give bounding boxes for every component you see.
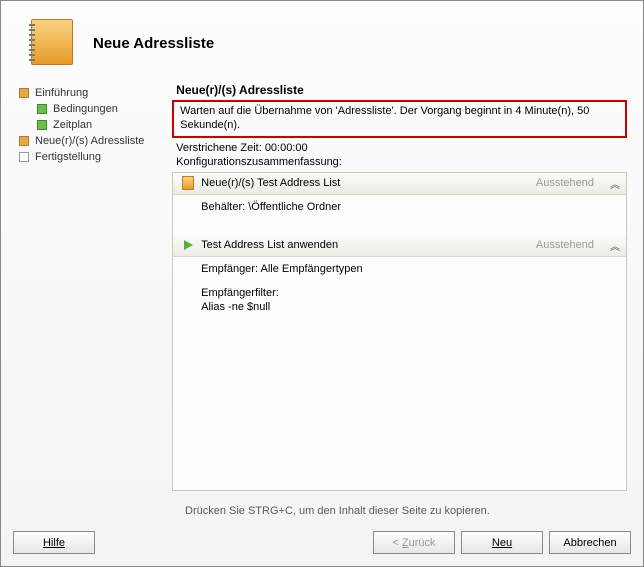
group-status: Ausstehend [536,239,594,251]
elapsed-time-label: Verstrichene Zeit: [176,142,262,154]
group-header-addresslist[interactable]: Neue(r)/(s) Test Address List Ausstehend… [173,173,626,195]
copy-hint: Drücken Sie STRG+C, um den Inhalt dieser… [1,497,643,523]
elapsed-time-line: Verstrichene Zeit: 00:00:00 [172,141,631,155]
help-button[interactable]: Hilfe [13,531,95,554]
group-body-addresslist: Behälter: \Öffentliche Ordner [173,195,626,235]
window-title: Neue Adressliste [93,35,214,52]
filter-label: Empfängerfilter: [201,287,279,299]
recipients-value: Alle Empfängertypen [260,263,362,275]
step-icon [37,104,47,114]
summary-label: Konfigurationszusammenfassung: [172,155,631,169]
next-button[interactable]: Neu [461,531,543,554]
group-status: Ausstehend [536,177,594,189]
container-value: \Öffentliche Ordner [248,201,341,213]
container-detail: Behälter: \Öffentliche Ordner [201,201,618,213]
wizard-window: Neue Adressliste Einführung Bedingungen … [0,0,644,567]
sidebar-item-label: Neue(r)/(s) Adressliste [35,135,144,147]
collapse-icon[interactable]: ︽ [610,176,618,191]
container-label: Behälter: [201,201,245,213]
group-title: Test Address List anwenden [201,239,530,251]
recipients-detail: Empfänger: Alle Empfängertypen [201,263,618,275]
sidebar-item-label: Bedingungen [53,103,118,115]
group-title: Neue(r)/(s) Test Address List [201,177,530,189]
filter-value: Alias -ne $null [201,301,618,313]
filter-label-line: Empfängerfilter: [201,287,618,299]
main-panel: Neue(r)/(s) Adressliste Warten auf die Ü… [172,79,631,491]
addresslist-icon [181,176,195,190]
elapsed-time-value: 00:00:00 [265,142,308,154]
back-button: < Zurück [373,531,455,554]
sidebar-item-zeitplan[interactable]: Zeitplan [13,117,162,133]
collapse-icon[interactable]: ︽ [610,238,618,253]
footer-buttons: Hilfe < Zurück Neu Abbrechen [1,523,643,566]
step-icon [19,88,29,98]
page-title: Neue(r)/(s) Adressliste [172,79,631,99]
step-icon [19,136,29,146]
cancel-button[interactable]: Abbrechen [549,531,631,554]
wait-message-callout: Warten auf die Übernahme von 'Adresslist… [172,100,627,138]
config-summary-panel: Neue(r)/(s) Test Address List Ausstehend… [172,172,627,492]
sidebar-item-bedingungen[interactable]: Bedingungen [13,101,162,117]
group-header-apply[interactable]: Test Address List anwenden Ausstehend ︽ [173,235,626,257]
sidebar-item-label: Einführung [35,87,88,99]
body: Einführung Bedingungen Zeitplan Neue(r)/… [1,79,643,497]
sidebar-item-fertigstellung[interactable]: Fertigstellung [13,149,162,165]
wizard-steps-sidebar: Einführung Bedingungen Zeitplan Neue(r)/… [13,79,162,491]
sidebar-item-einfuehrung[interactable]: Einführung [13,85,162,101]
sidebar-item-adressliste[interactable]: Neue(r)/(s) Adressliste [13,133,162,149]
group-body-apply: Empfänger: Alle Empfängertypen Empfänger… [173,257,626,323]
addressbook-icon [31,19,79,67]
step-icon [37,120,47,130]
recipients-label: Empfänger: [201,263,258,275]
apply-arrow-icon [181,238,195,252]
sidebar-item-label: Zeitplan [53,119,92,131]
sidebar-item-label: Fertigstellung [35,151,101,163]
window-header: Neue Adressliste [1,1,643,79]
step-icon [19,152,29,162]
wait-message-text: Warten auf die Übernahme von 'Adresslist… [180,105,589,131]
